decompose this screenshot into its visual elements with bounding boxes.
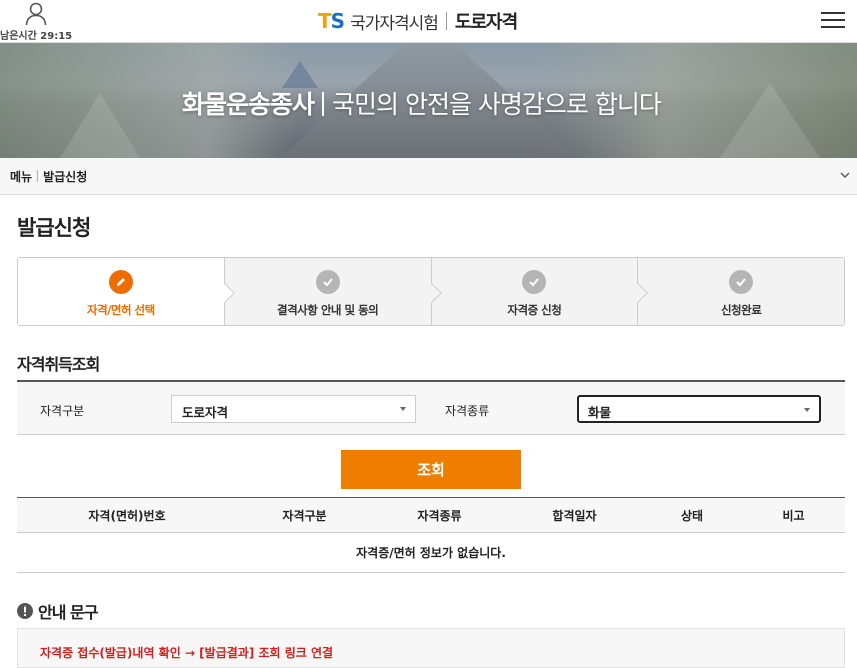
progress-steps: 자격/면허 선택 결격사항 안내 및 동의 자격증 신청 신청완료 (17, 257, 845, 326)
qualification-type-label: 자격종류 (445, 404, 490, 418)
step-apply: 자격증 신청 (430, 258, 649, 325)
user-icon (25, 2, 47, 26)
logo-org-name: 국가자격시험 (350, 13, 439, 34)
column-header: 자격(면허)번호 (17, 497, 237, 533)
chevron-down-icon[interactable] (839, 169, 851, 181)
breadcrumb-home[interactable]: 메뉴 (10, 168, 32, 185)
notice-title: 안내 문구 (17, 599, 98, 623)
qualification-category-label: 자격구분 (40, 404, 85, 418)
page-title: 발급신청 (17, 216, 91, 240)
step-label: 신청완료 (720, 303, 762, 317)
logo-subtitle: 도로자격 (454, 12, 518, 33)
check-icon (522, 270, 547, 294)
step-label: 자격증 신청 (507, 303, 562, 317)
user-timer: 남은시간 29:15 (0, 2, 72, 42)
empty-message: 자격증/면허 정보가 없습니다. (17, 532, 845, 573)
step-label: 결격사항 안내 및 동의 (277, 303, 379, 317)
dropdown-caret-icon (400, 407, 406, 411)
qualification-type-select[interactable]: 화물 (577, 395, 821, 423)
lookup-section-title: 자격취득조회 (17, 355, 100, 374)
lookup-form: 자격구분 도로자격 자격종류 화물 (17, 380, 845, 435)
column-header: 자격구분 (237, 497, 372, 533)
hero-banner: 화물운송종사 국민의 안전을 사명감으로 합니다 (0, 43, 857, 158)
results-table: 자격(면허)번호 자격구분 자격종류 합격일자 상태 비고 자격증/면허 정보가… (17, 497, 845, 573)
banner-slogan: 화물운송종사 국민의 안전을 사명감으로 합니다 (182, 90, 662, 119)
column-header: 비고 (742, 497, 845, 533)
column-header: 자격종류 (372, 497, 507, 533)
top-header: 남은시간 29:15 TS 국가자격시험 도로자격 (0, 0, 857, 43)
info-icon (17, 603, 33, 619)
step-label: 자격/면허 선택 (87, 303, 155, 317)
remaining-time: 남은시간 29:15 (0, 31, 73, 42)
check-icon (729, 270, 754, 294)
pencil-icon (108, 270, 133, 294)
check-icon (315, 270, 340, 294)
step-agreement: 결격사항 안내 및 동의 (223, 258, 442, 325)
notice-box: 자격증 접수(발급)내역 확인 → [발급결과] 조회 링크 연결 (17, 628, 845, 668)
column-header: 합격일자 (507, 497, 642, 533)
hamburger-menu-icon[interactable] (821, 12, 845, 30)
step-complete: 신청완료 (637, 258, 844, 325)
ts-logo-mark: TS (318, 9, 345, 33)
column-header: 상태 (642, 497, 742, 533)
table-row: 자격증/면허 정보가 없습니다. (17, 532, 845, 573)
site-logo[interactable]: TS 국가자격시험 도로자격 (318, 8, 518, 34)
step-select: 자격/면허 선택 (18, 258, 235, 325)
search-button[interactable]: 조회 (341, 450, 521, 489)
breadcrumb-current: 발급신청 (43, 169, 88, 184)
logo-divider (445, 12, 447, 30)
dropdown-caret-icon (804, 408, 810, 412)
notice-line[interactable]: 자격증 접수(발급)내역 확인 → [발급결과] 조회 링크 연결 (40, 644, 333, 661)
qualification-category-select[interactable]: 도로자격 (171, 395, 416, 423)
table-header-row: 자격(면허)번호 자격구분 자격종류 합격일자 상태 비고 (17, 497, 845, 533)
breadcrumb: 메뉴 발급신청 (0, 158, 857, 195)
